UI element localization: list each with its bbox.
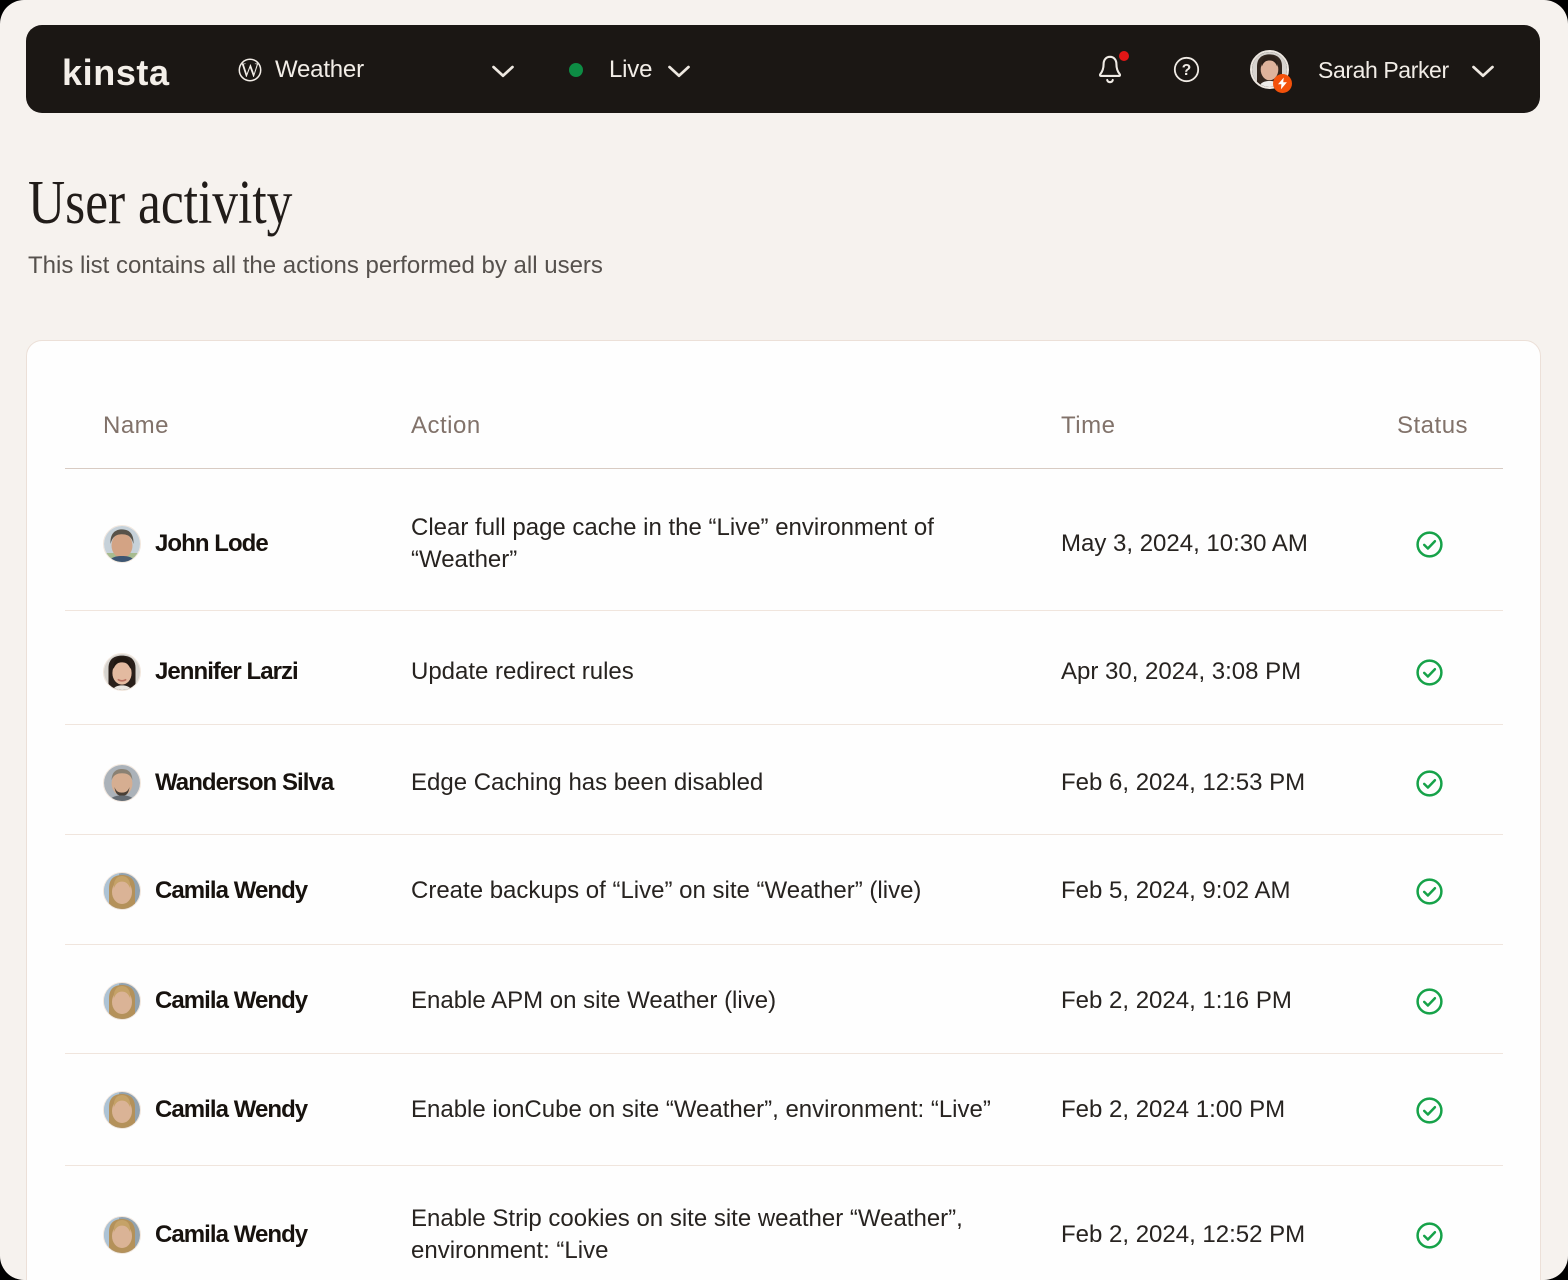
svg-text:W: W: [241, 61, 260, 82]
svg-text:?: ?: [1182, 62, 1191, 79]
